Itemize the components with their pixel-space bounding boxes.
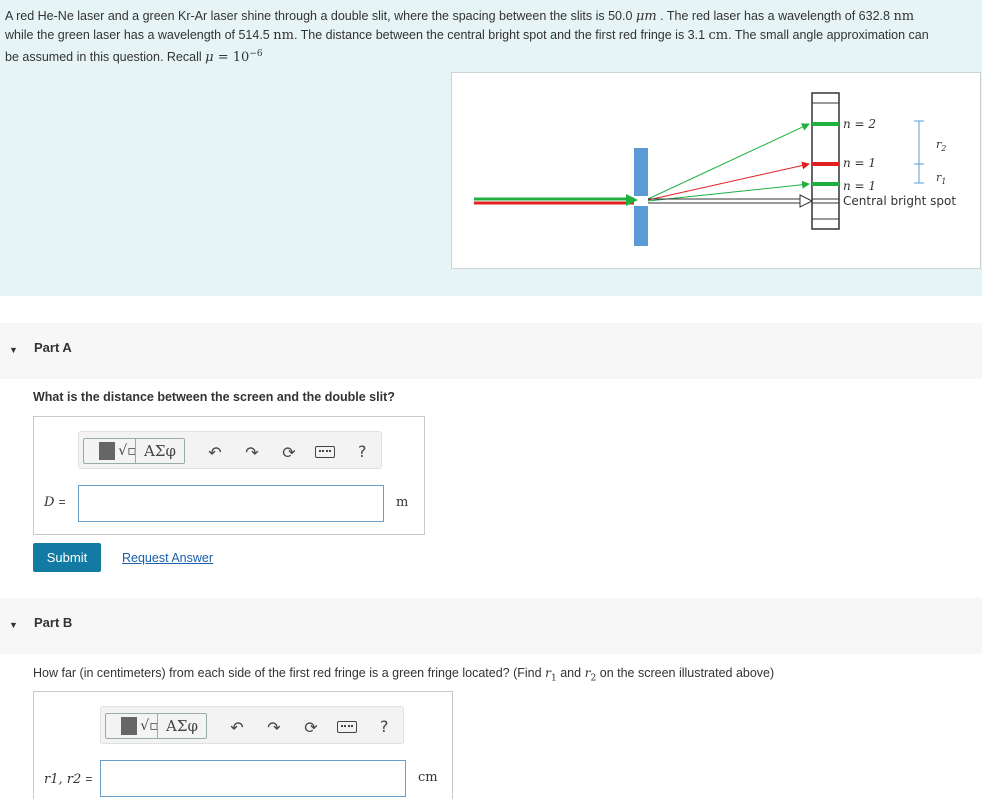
label-n2: n = 2 [843,117,876,131]
slit-barrier-bottom [634,206,648,246]
problem-statement: A red He-Ne laser and a green Kr-Ar lase… [0,0,982,296]
problem-text-segment: be assumed in this question. Recall [5,50,206,65]
undo-icon[interactable]: ↶ [205,442,225,462]
label-r1: r1 [936,171,946,186]
double-slit-diagram: n = 2 n = 1 n = 1 Central bright spot r2… [474,92,956,246]
label-n1-green: n = 1 [843,179,876,193]
part-a-question: What is the distance between the screen … [33,390,395,404]
keyboard-icon[interactable] [337,717,357,737]
question-text: How far (in centimeters) from each side … [33,666,546,680]
equals-sign: = [85,772,93,786]
part-b-title: Part B [34,615,73,630]
problem-text-segment: while the green laser has a wavelength o… [5,28,274,42]
problem-text-segment: . The red laser has a wavelength of 632.… [656,9,894,23]
double-slit-figure: n = 2 n = 1 n = 1 Central bright spot r2… [451,72,981,269]
problem-text: A red He-Ne laser and a green Kr-Ar lase… [5,7,977,67]
question-text: on the screen illustrated above) [596,666,775,680]
problem-line-3: be assumed in this question. Recall μ = … [5,45,977,67]
problem-line-2: while the green laser has a wavelength o… [5,26,977,45]
part-b-variable-label: r1, r2 = [44,772,92,787]
keyboard-glyph [337,721,357,733]
variable-d: D [44,495,55,510]
part-b-answer-box: √▫ ΑΣφ ↶ ↷ ⟳ ? r1, r2 = cm [33,691,453,799]
radical-icon: √▫ [118,443,137,459]
mu-symbol: μ [205,50,214,66]
central-arrowhead [799,194,814,208]
variable-r1-r2: r1, r2 [44,772,82,787]
request-answer-link[interactable]: Request Answer [122,551,213,565]
part-b-unit: cm [418,770,438,785]
part-b-header[interactable]: ▼ Part B [0,598,982,654]
greek-symbols-button[interactable]: ΑΣφ [135,438,185,464]
exponent: −6 [249,49,263,59]
keyboard-glyph [315,446,335,458]
part-b-answer-input[interactable] [100,760,406,797]
unit-nanometer: nm [893,9,915,24]
reset-icon[interactable]: ⟳ [279,442,299,462]
green-ray-n1 [647,180,810,202]
part-a-variable-label: D = [44,495,66,510]
unit-centimeter: cm [708,28,729,43]
screen [811,92,840,230]
collapse-caret-icon[interactable]: ▼ [9,620,18,630]
part-b-math-toolbar: √▫ ΑΣφ ↶ ↷ ⟳ ? [100,706,404,744]
redo-icon[interactable]: ↷ [242,442,262,462]
part-a-answer-box: √▫ ΑΣφ ↶ ↷ ⟳ ? D = m [33,416,425,535]
unit-nanometer: nm [273,28,294,43]
unit-micrometer: μm [635,9,657,24]
part-b-question: How far (in centimeters) from each side … [33,665,774,684]
problem-text-segment: . The distance between the central brigh… [293,28,709,42]
label-n1-red: n = 1 [843,156,876,170]
help-icon[interactable]: ? [380,717,389,736]
part-a-math-toolbar: √▫ ΑΣφ ↶ ↷ ⟳ ? [78,431,382,469]
label-central-bright-spot: Central bright spot [843,194,956,208]
part-a-unit: m [396,495,409,510]
part-a-header[interactable]: ▼ Part A [0,323,982,379]
part-a-answer-input[interactable] [78,485,384,522]
problem-text-segment: . The small angle approximation can [728,28,929,42]
problem-line-1: A red He-Ne laser and a green Kr-Ar lase… [5,7,977,26]
slit-barrier-top [634,148,648,196]
reset-icon[interactable]: ⟳ [301,717,321,737]
red-ray-n1 [647,161,810,201]
collapse-caret-icon[interactable]: ▼ [9,345,18,355]
help-icon[interactable]: ? [358,442,367,461]
redo-icon[interactable]: ↷ [264,717,284,737]
template-box-icon [99,442,116,460]
question-text: and [556,666,585,680]
equals-sign: = [58,495,66,509]
label-r2: r2 [936,138,946,153]
undo-icon[interactable]: ↶ [227,717,247,737]
template-box-icon [121,717,138,735]
submit-button[interactable]: Submit [33,543,101,572]
keyboard-icon[interactable] [315,442,335,462]
greek-symbols-button[interactable]: ΑΣφ [157,713,207,739]
radical-icon: √▫ [140,718,159,734]
problem-text-segment: A red He-Ne laser and a green Kr-Ar lase… [5,9,636,23]
equation-text: = 10 [213,50,250,66]
part-a-title: Part A [34,340,72,355]
green-ray-n2 [647,123,810,200]
